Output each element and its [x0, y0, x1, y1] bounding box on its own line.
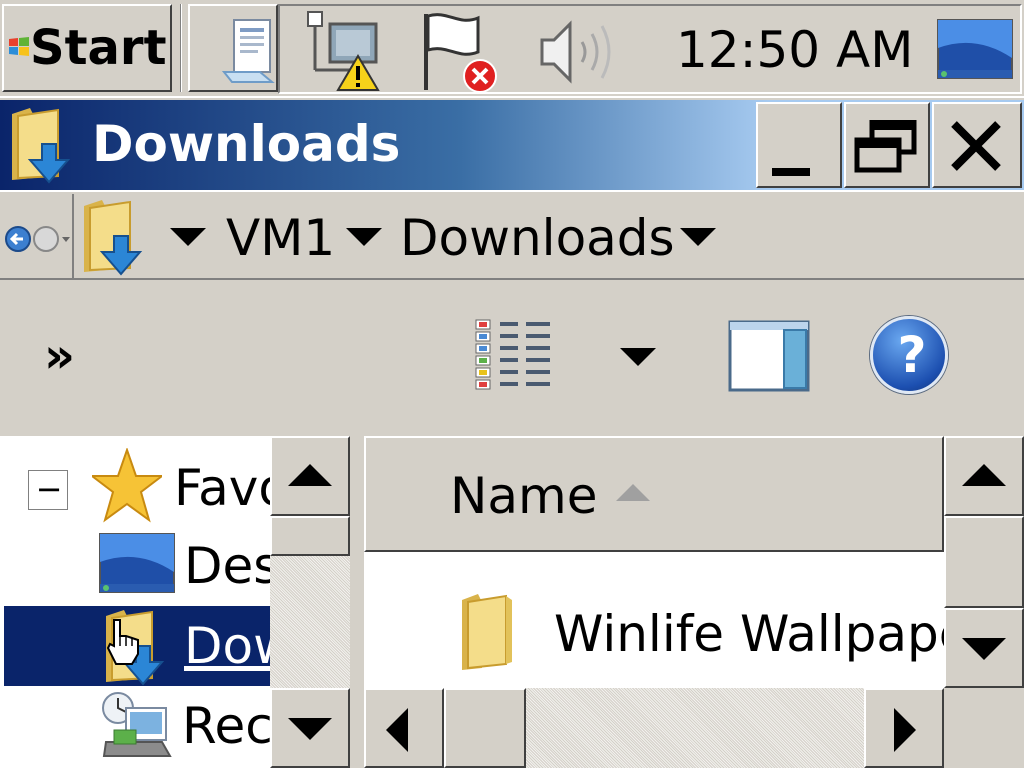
view-details-icon[interactable]	[474, 318, 554, 392]
clock[interactable]: 12:50 AM	[676, 20, 913, 80]
show-desktop-icon[interactable]	[936, 18, 1014, 82]
volume-speaker-icon[interactable]	[538, 16, 622, 88]
nav-scroll-thumb[interactable]	[270, 516, 350, 556]
scroll-up-arrow-icon	[288, 464, 332, 486]
file-hscroll-thumb[interactable]	[444, 688, 526, 768]
nav-pane-scrollbar[interactable]	[270, 436, 350, 768]
start-label: Start	[30, 20, 167, 76]
recent-places-icon	[102, 692, 172, 757]
file-list-horizontal-scrollbar[interactable]	[364, 688, 944, 768]
file-name: Winlife Wallpapers	[554, 605, 944, 663]
file-list-vertical-scrollbar[interactable]	[944, 436, 1024, 688]
downloads-folder-icon	[12, 108, 71, 184]
minimize-button[interactable]	[756, 102, 842, 188]
nav-item-recent-places[interactable]: Recent Places	[0, 686, 270, 766]
scroll-left-arrow-icon	[386, 708, 408, 752]
file-scroll-thumb[interactable]	[944, 516, 1024, 608]
nav-item-desktop[interactable]: Desktop	[0, 526, 270, 606]
desktop-icon	[99, 533, 175, 593]
taskbar-app-button[interactable]	[188, 4, 278, 92]
taskbar: Start 12:50 AM	[0, 0, 1024, 98]
back-arrow-icon[interactable]	[4, 224, 74, 254]
command-toolbar: » ?	[0, 282, 1024, 434]
file-scroll-left-button[interactable]	[364, 688, 444, 768]
restore-icon	[854, 120, 917, 173]
location-folder-icon	[84, 200, 143, 276]
scroll-down-arrow-icon	[288, 718, 332, 740]
column-header-name[interactable]: Name	[364, 436, 944, 552]
breadcrumb-vm1[interactable]: VM1	[226, 208, 335, 268]
minimize-icon	[772, 168, 810, 176]
nav-scroll-up-button[interactable]	[270, 436, 350, 516]
title-bar[interactable]: Downloads	[0, 100, 1024, 190]
start-button[interactable]: Start	[2, 4, 172, 92]
nav-item-label: Favorites	[174, 459, 270, 517]
breadcrumb-root-dropdown-icon[interactable]	[170, 228, 206, 246]
breadcrumb-downloads[interactable]: Downloads	[400, 208, 675, 268]
document-window-icon	[221, 19, 275, 83]
nav-item-label: Desktop	[184, 537, 270, 595]
restore-button[interactable]	[844, 102, 930, 188]
taskbar-separator	[180, 4, 182, 92]
network-warning-icon[interactable]	[300, 8, 384, 92]
close-icon	[951, 121, 1001, 171]
breadcrumb-vm1-dropdown-icon[interactable]	[346, 228, 382, 246]
star-icon	[92, 448, 162, 523]
navigation-pane: − Favorites Desktop Downloads	[0, 436, 270, 768]
column-header-label: Name	[450, 467, 598, 525]
scrollbar-corner	[944, 688, 1024, 768]
nav-item-downloads[interactable]: Downloads	[4, 606, 270, 686]
notification-area: 12:50 AM	[278, 4, 1022, 94]
preview-pane-icon[interactable]	[728, 320, 810, 392]
help-icon[interactable]: ?	[870, 316, 948, 394]
nav-item-favorites[interactable]: − Favorites	[0, 446, 270, 526]
scroll-down-arrow-icon	[962, 638, 1006, 660]
toolbar-overflow-chevron-icon[interactable]: »	[44, 328, 75, 384]
scroll-up-arrow-icon	[962, 464, 1006, 486]
back-forward-group[interactable]	[2, 194, 74, 280]
nav-item-label: Downloads	[184, 617, 270, 675]
sort-ascending-icon	[616, 484, 650, 501]
hand-cursor-icon	[106, 619, 139, 665]
file-list: Name Winlife Wallpapers	[364, 436, 944, 688]
nav-item-label: Recent Places	[182, 697, 270, 755]
view-options-dropdown-icon[interactable]	[620, 348, 656, 366]
file-scroll-up-button[interactable]	[944, 436, 1024, 516]
file-scroll-down-button[interactable]	[944, 608, 1024, 688]
collapse-expander-icon[interactable]: −	[28, 470, 68, 510]
file-row[interactable]: Winlife Wallpapers	[364, 572, 944, 688]
folder-icon	[462, 594, 512, 670]
address-bar: VM1 Downloads	[0, 190, 1024, 280]
nav-scroll-down-button[interactable]	[270, 688, 350, 768]
close-button[interactable]	[932, 102, 1022, 188]
scroll-right-arrow-icon	[894, 708, 916, 752]
window-title: Downloads	[92, 115, 401, 173]
windows-logo-icon	[9, 37, 29, 56]
pane-splitter[interactable]	[350, 436, 364, 768]
action-center-flag-icon[interactable]	[418, 10, 502, 94]
file-scroll-right-button[interactable]	[864, 688, 944, 768]
help-glyph: ?	[897, 326, 927, 384]
breadcrumb-downloads-dropdown-icon[interactable]	[680, 228, 716, 246]
